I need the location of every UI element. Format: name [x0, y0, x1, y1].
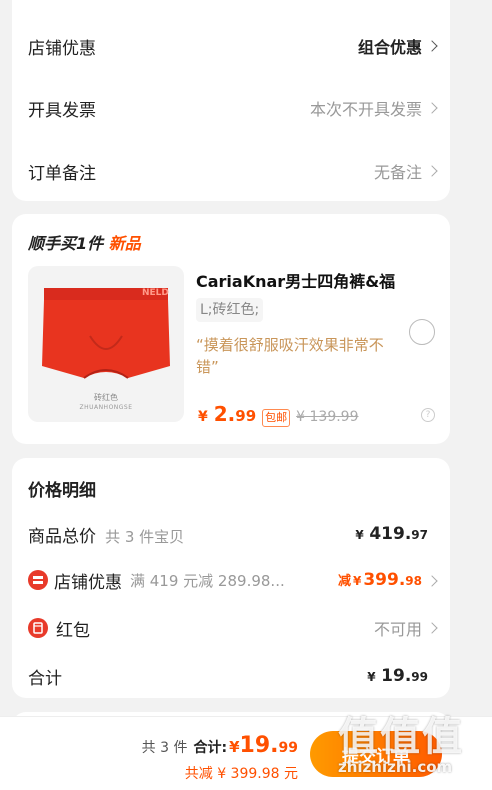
discount-dec: 98	[405, 574, 422, 588]
red-packet-value: 不可用	[373, 616, 438, 640]
addon-header: 顺手买1件 新品	[28, 230, 141, 254]
store-discount-icon	[28, 570, 48, 590]
bottom-int: 19.	[239, 733, 279, 758]
items-total-label: 商品总价	[28, 526, 96, 547]
total-int: 19.	[381, 666, 412, 686]
order-options-card: 店铺优惠 组合优惠 开具发票 本次不开具发票 订单备注 无备注	[12, 0, 450, 201]
items-total-amount: ¥ 419.97	[355, 524, 428, 544]
note-text: 无备注	[373, 163, 422, 182]
total-row: 合计 ¥ 19.99	[28, 662, 436, 690]
product-price: ¥ 2. 99 包邮 ¥ 139.99	[198, 402, 358, 427]
image-color-pinyin: ZHUANHONGSE	[79, 404, 133, 411]
select-radio[interactable]	[409, 319, 435, 345]
bottom-total: 共 3 件 合计: ¥ 19. 99	[142, 733, 298, 758]
red-packet-text: 不可用	[373, 620, 422, 639]
red-packet-icon	[28, 618, 48, 638]
addon-title: 顺手买1件	[28, 234, 104, 253]
chevron-right-icon	[426, 622, 438, 634]
bottom-total-label: 合计:	[193, 740, 228, 756]
bottom-bar: 共 3 件 合计: ¥ 19. 99 共减 ¥ 399.98 元 提交订单	[0, 716, 492, 790]
items-total-left: 商品总价 共 3 件宝贝	[28, 522, 184, 547]
items-total-dec: 97	[411, 528, 428, 542]
submit-order-button[interactable]: 提交订单	[310, 731, 442, 777]
info-icon[interactable]: ?	[421, 408, 435, 422]
total-dec: 99	[411, 670, 428, 684]
store-discount-value: 组合优惠	[357, 34, 438, 58]
addon-card: 顺手买1件 新品 NELD 砖红色 ZHUANHONGSE CariaKnar男…	[12, 214, 450, 444]
bottom-count: 共 3 件	[141, 740, 188, 756]
invoice-value: 本次不开具发票	[309, 96, 438, 120]
price-detail-card: 价格明细 商品总价 共 3 件宝贝 ¥ 419.97 店铺优惠 满 419 元减…	[12, 458, 450, 698]
envelope-icon	[33, 622, 43, 634]
store-discount-amount: 减 ¥ 399. 98	[337, 570, 438, 590]
product-variant[interactable]: L;砖红色;	[196, 298, 264, 322]
price-int: 2.	[213, 402, 236, 426]
product-image[interactable]: NELD 砖红色 ZHUANHONGSE	[28, 266, 184, 422]
discount-prefix: 减	[337, 574, 351, 589]
image-brand: NELD	[142, 288, 169, 298]
store-discount-detail-label: 店铺优惠	[54, 572, 122, 593]
product-review: “摸着很舒服吸汗效果非常不错”	[196, 336, 384, 376]
image-color-label: 砖红色	[94, 393, 118, 402]
chevron-right-icon	[426, 40, 438, 52]
original-price: ¥ 139.99	[296, 409, 359, 425]
store-icon	[33, 576, 43, 584]
items-total-row: 商品总价 共 3 件宝贝 ¥ 419.97	[28, 520, 436, 548]
items-total-symbol: ¥	[355, 528, 364, 542]
new-badge: 新品	[108, 234, 141, 253]
note-value: 无备注	[373, 159, 438, 183]
product-name[interactable]: CariaKnar男士四角裤&福	[196, 268, 395, 292]
invoice-row[interactable]: 开具发票 本次不开具发票	[28, 94, 438, 122]
store-discount-detail-sub: 满 419 元减 289.98...	[130, 571, 285, 590]
note-row[interactable]: 订单备注 无备注	[28, 157, 438, 185]
bottom-saved: 共减 ¥ 399.98 元	[184, 766, 298, 782]
store-discount-detail-left: 店铺优惠 满 419 元减 289.98...	[28, 568, 285, 593]
price-symbol: ¥	[198, 409, 208, 425]
chevron-right-icon	[426, 575, 438, 587]
chevron-right-icon	[426, 102, 438, 114]
store-discount-label: 店铺优惠	[28, 38, 96, 59]
total-symbol: ¥	[367, 670, 376, 684]
bottom-dec: 99	[278, 740, 298, 756]
shipping-tag: 包邮	[262, 409, 291, 427]
chevron-right-icon	[426, 165, 438, 177]
total-label: 合计	[28, 668, 62, 689]
price-dec: 99	[235, 407, 257, 425]
items-total-int: 419.	[369, 524, 412, 544]
invoice-text: 本次不开具发票	[309, 100, 422, 119]
items-total-sub: 共 3 件宝贝	[105, 527, 185, 546]
red-packet-row[interactable]: 红包 不可用	[28, 614, 438, 642]
note-label: 订单备注	[28, 163, 96, 184]
store-discount-text: 组合优惠	[357, 38, 422, 57]
price-detail-title: 价格明细	[28, 481, 96, 501]
red-packet-left: 红包	[28, 616, 90, 641]
discount-symbol: ¥	[352, 574, 362, 588]
store-discount-row[interactable]: 店铺优惠 组合优惠	[28, 32, 438, 60]
red-packet-label: 红包	[56, 620, 90, 641]
total-amount: ¥ 19.99	[367, 666, 428, 686]
invoice-label: 开具发票	[28, 100, 96, 121]
discount-int: 399.	[363, 570, 406, 590]
store-discount-detail-row[interactable]: 店铺优惠 满 419 元减 289.98... 减 ¥ 399. 98	[28, 566, 438, 594]
bottom-symbol: ¥	[229, 738, 240, 756]
